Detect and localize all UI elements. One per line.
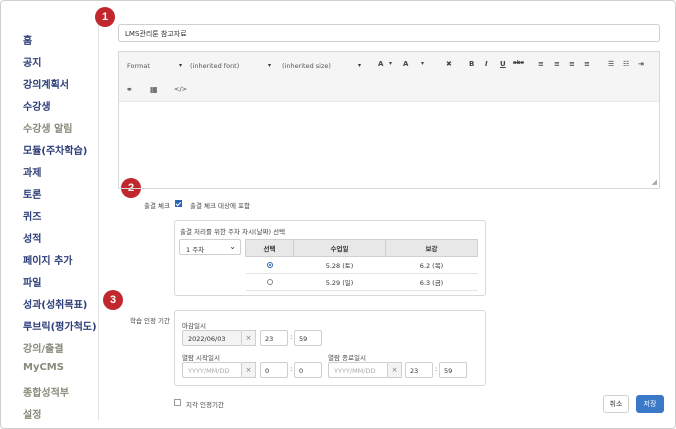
table-cell <box>245 256 294 274</box>
format-select[interactable]: Format ▾ <box>124 59 184 73</box>
sidebar-item-settings[interactable]: 설정 <box>23 406 41 421</box>
week-select[interactable]: 1 주차 ⌄ <box>179 239 241 255</box>
table-cell <box>245 273 294 291</box>
open-end-minute-input[interactable]: 59 <box>439 362 467 378</box>
table-icon[interactable]: ▦ <box>150 85 158 94</box>
open-start-hour-input[interactable]: 0 <box>260 362 288 378</box>
bold-icon[interactable]: B <box>469 60 474 68</box>
editor-toolbar: Format ▾ (inherited font) ▾ (inherited s… <box>119 52 659 102</box>
clear-icon[interactable]: × <box>242 330 256 346</box>
open-end-date-input[interactable]: YYYY/MM/DD <box>328 362 388 378</box>
session-radio[interactable] <box>266 279 273 285</box>
deadline-date-input[interactable]: 2022/06/03 <box>182 330 242 346</box>
sidebar-item-files[interactable]: 파일 <box>23 274 41 289</box>
sidebar-item-students[interactable]: 수강생 <box>23 98 51 113</box>
chevron-down-icon[interactable]: ▾ <box>421 60 424 67</box>
numbered-list-icon[interactable]: ☷ <box>623 60 629 68</box>
open-start-minute-input[interactable]: 0 <box>294 362 322 378</box>
sidebar-item-assignments[interactable]: 과제 <box>23 164 41 179</box>
format-select-value: Format <box>127 62 150 70</box>
source-code-icon[interactable]: </> <box>174 85 187 93</box>
late-period-label: 지각 인정기간 <box>186 401 224 409</box>
session-radio[interactable] <box>266 262 273 268</box>
chevron-down-icon: ▾ <box>357 62 361 69</box>
open-end-label: 열람 종료일시 <box>328 354 366 362</box>
table-cell: 5.29 (일) <box>293 273 386 291</box>
editor-content-area[interactable] <box>119 102 659 188</box>
table-cell: 6.3 (금) <box>385 273 478 291</box>
clear-icon[interactable]: × <box>388 362 402 378</box>
sidebar-item-student-alerts[interactable]: 수강생 알림 <box>23 120 72 135</box>
sidebar-item-add-page[interactable]: 페이지 추가 <box>23 252 72 267</box>
column-header: 선택 <box>245 239 294 257</box>
sidebar-item-gradebook[interactable]: 종합성적부 <box>23 384 69 399</box>
title-input[interactable]: LMS관리툰 참고자료 <box>118 24 660 42</box>
underline-icon[interactable]: U <box>500 60 506 68</box>
font-select-value: (inherited font) <box>190 62 240 70</box>
deadline-label: 마감일시 <box>182 322 206 330</box>
strikethrough-icon[interactable]: abc <box>513 60 524 66</box>
justify-icon[interactable]: ≡ <box>584 60 590 68</box>
schedule-table: 선택 수업일 보강 5.28 (토) 6.2 (목) 5.29 (일) 6.3 … <box>245 239 478 291</box>
time-separator: : <box>435 365 438 373</box>
time-separator: : <box>290 365 293 373</box>
size-select[interactable]: (inherited size) ▾ <box>279 59 363 73</box>
chevron-down-icon: ▾ <box>178 62 182 69</box>
chevron-down-icon[interactable]: ▾ <box>389 60 392 67</box>
week-select-value: 1 주차 <box>186 246 205 254</box>
size-select-value: (inherited size) <box>282 62 331 70</box>
font-color-icon[interactable]: A <box>378 60 383 68</box>
sidebar-item-rubrics[interactable]: 루브릭(평가척도) <box>23 318 97 333</box>
indent-icon[interactable]: ⇥ <box>638 60 644 68</box>
table-row[interactable]: 5.28 (토) 6.2 (목) <box>245 256 478 274</box>
italic-icon[interactable]: I <box>485 60 488 68</box>
deadline-hour-input[interactable]: 23 <box>260 330 288 346</box>
column-header: 수업일 <box>293 239 386 257</box>
table-row[interactable]: 5.29 (일) 6.3 (금) <box>245 273 478 291</box>
align-right-icon[interactable]: ≡ <box>569 60 575 68</box>
time-separator: : <box>290 333 293 341</box>
link-icon[interactable]: ⚭ <box>126 85 133 94</box>
align-center-icon[interactable]: ≡ <box>554 60 560 68</box>
sidebar-item-modules[interactable]: 모듈(주차학습) <box>23 142 87 157</box>
open-start-label: 열람 시작일시 <box>182 354 220 362</box>
sidebar-item-quizzes[interactable]: 퀴즈 <box>23 208 41 223</box>
sidebar-item-outcomes[interactable]: 성과(성취목표) <box>23 296 87 311</box>
callout-badge-1: 1 <box>95 7 115 27</box>
learning-period-label: 학습 인정 기간 <box>130 317 171 325</box>
open-end-hour-input[interactable]: 23 <box>405 362 433 378</box>
table-cell: 5.28 (토) <box>293 256 386 274</box>
save-button[interactable]: 저장 <box>636 395 664 413</box>
chevron-down-icon: ⌄ <box>229 242 236 251</box>
font-select[interactable]: (inherited font) ▾ <box>187 59 273 73</box>
sidebar-item-lecture-attendance[interactable]: 강의/출결 <box>23 340 63 355</box>
clear-format-icon[interactable]: ✖ <box>446 60 452 68</box>
sidebar-item-grades[interactable]: 성적 <box>23 230 41 245</box>
attendance-check-label: 출결 체크 <box>144 202 170 210</box>
sidebar-divider <box>98 12 99 420</box>
sidebar-item-syllabus[interactable]: 강의계획서 <box>23 76 69 91</box>
deadline-minute-input[interactable]: 59 <box>294 330 322 346</box>
sidebar-item-discussions[interactable]: 토론 <box>23 186 41 201</box>
clear-icon[interactable]: × <box>242 362 256 378</box>
week-section-label: 출결 처리를 위한 주차 차시(날짜) 선택 <box>180 228 286 236</box>
rich-text-editor: Format ▾ (inherited font) ▾ (inherited s… <box>118 51 660 189</box>
attendance-checkbox[interactable] <box>175 200 182 207</box>
callout-badge-3: 3 <box>103 290 123 310</box>
bullet-list-icon[interactable]: ☰ <box>608 60 614 68</box>
resize-handle-icon[interactable]: ◢ <box>652 178 657 186</box>
late-period-checkbox[interactable] <box>174 399 181 406</box>
background-color-icon[interactable]: A <box>403 60 408 68</box>
sidebar-item-mycms[interactable]: MyCMS <box>23 362 64 373</box>
table-header-row: 선택 수업일 보강 <box>245 239 478 257</box>
cancel-button[interactable]: 취소 <box>603 395 629 413</box>
column-header: 보강 <box>385 239 478 257</box>
attendance-checkbox-label: 출결 체크 대상에 포함 <box>190 202 251 210</box>
align-left-icon[interactable]: ≡ <box>538 60 544 68</box>
table-cell: 6.2 (목) <box>385 256 478 274</box>
open-start-date-input[interactable]: YYYY/MM/DD <box>182 362 242 378</box>
chevron-down-icon: ▾ <box>267 62 271 69</box>
sidebar-item-notice[interactable]: 공지 <box>23 54 41 69</box>
sidebar-item-home[interactable]: 홈 <box>23 32 32 47</box>
